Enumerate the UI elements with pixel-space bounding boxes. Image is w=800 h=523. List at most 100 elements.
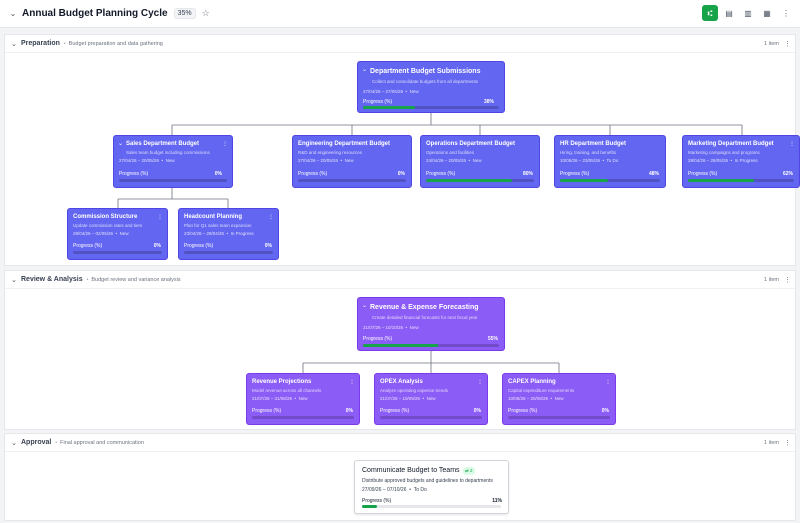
progress-label: Progress (%) bbox=[688, 171, 718, 177]
progress-label: Progress (%) bbox=[252, 408, 282, 414]
task-card-headcount-planning[interactable]: Headcount Planning ⋮ Plan for Q1 sales t… bbox=[178, 208, 279, 260]
more-icon[interactable]: ⋮ bbox=[157, 213, 163, 220]
chevron-down-icon[interactable]: ⌄ bbox=[362, 66, 367, 73]
page-title: Annual Budget Planning Cycle bbox=[22, 8, 168, 19]
progress-value: 0% bbox=[601, 408, 609, 414]
card-title: Marketing Department Budget bbox=[688, 141, 774, 147]
task-card-opex-analysis[interactable]: OPEX Analysis ⋮ Analyze operating expens… bbox=[374, 373, 488, 425]
card-dates: 28/04/26 – 28/05/26 • In Progress bbox=[688, 158, 758, 163]
card-title: Communicate Budget to Teams bbox=[362, 467, 460, 474]
chevron-down-icon[interactable]: ⌄ bbox=[8, 9, 18, 18]
progress-label: Progress (%) bbox=[380, 408, 410, 414]
section-header[interactable]: ⌄ Review & Analysis • Budget review and … bbox=[5, 271, 795, 289]
card-title: Department Budget Submissions bbox=[370, 68, 481, 75]
task-card-department-budget-submissions[interactable]: ⌄ Department Budget Submissions Collect … bbox=[357, 61, 505, 113]
chevron-down-icon[interactable]: ⌄ bbox=[9, 276, 19, 284]
task-card-operations-department-budget[interactable]: Operations Department Budget Operations … bbox=[420, 135, 540, 188]
progress-fill bbox=[362, 505, 378, 508]
section-header[interactable]: ⌄ Preparation • Budget preparation and d… bbox=[5, 35, 795, 53]
card-description: Create detailed financial forecasts for … bbox=[372, 315, 478, 320]
task-card-capex-planning[interactable]: CAPEX Planning ⋮ Capital expenditure req… bbox=[502, 373, 616, 425]
board-icon[interactable]: ▥ bbox=[740, 5, 756, 21]
card-title: Operations Department Budget bbox=[426, 141, 516, 147]
card-dates: 10/05/26 – 23/05/26 • To Do bbox=[560, 158, 619, 163]
progress-label: Progress (%) bbox=[298, 171, 328, 177]
task-card-engineering-department-budget[interactable]: Engineering Department Budget R&D and en… bbox=[292, 135, 412, 188]
progress-label: Progress (%) bbox=[363, 99, 393, 105]
more-icon[interactable]: ⋮ bbox=[778, 5, 794, 21]
card-dates: 27/09/26 – 07/10/26 • To Do bbox=[362, 487, 427, 493]
section-header[interactable]: ⌄ Approval • Final approval and communic… bbox=[5, 434, 795, 452]
card-title: Sales Department Budget bbox=[126, 141, 200, 147]
progress-fill bbox=[426, 179, 513, 182]
card-title: Commission Structure bbox=[73, 214, 138, 220]
task-card-hr-department-budget[interactable]: HR Department Budget Hiring, training, a… bbox=[554, 135, 666, 188]
task-card-revenue-expense-forecasting[interactable]: ⌄ Revenue & Expense Forecasting Create d… bbox=[357, 297, 505, 351]
section-description: Final approval and communication bbox=[60, 439, 144, 446]
progress-label: Progress (%) bbox=[426, 171, 456, 177]
star-icon[interactable]: ☆ bbox=[202, 8, 210, 19]
section-title: Review & Analysis bbox=[21, 276, 83, 283]
more-icon[interactable]: ⋮ bbox=[349, 378, 355, 385]
card-description: Plan for Q1 sales team expansion bbox=[184, 223, 252, 228]
table-icon[interactable]: ▦ bbox=[759, 5, 775, 21]
progress-bar bbox=[298, 179, 406, 182]
progress-value: 38% bbox=[483, 99, 494, 105]
chevron-down-icon[interactable]: ⌄ bbox=[118, 140, 123, 147]
task-card-sales-department-budget[interactable]: ⌄ Sales Department Budget ⋮ Sales team b… bbox=[113, 135, 233, 188]
calendar-icon[interactable]: ▤ bbox=[721, 5, 737, 21]
separator-dot: • bbox=[63, 40, 66, 47]
more-icon[interactable]: ⋮ bbox=[477, 378, 483, 385]
tree-view-icon[interactable]: ⑆ bbox=[702, 5, 718, 21]
card-dates: 27/04/26 – 27/05/26 • New bbox=[363, 89, 419, 94]
progress-fill bbox=[688, 179, 754, 182]
task-card-commission-structure[interactable]: Commission Structure ⋮ Update commission… bbox=[67, 208, 168, 260]
card-description: Collect and consolidate budgets from all… bbox=[372, 79, 479, 84]
section-title: Approval bbox=[21, 439, 52, 446]
card-description: Marketing campaigns and programs bbox=[688, 150, 760, 155]
progress-bar bbox=[184, 251, 273, 254]
more-icon[interactable]: ⋮ bbox=[784, 439, 791, 447]
card-title: Engineering Department Budget bbox=[298, 141, 391, 147]
progress-bar bbox=[426, 179, 534, 182]
progress-label: Progress (%) bbox=[184, 243, 214, 249]
card-description: Distribute approved budgets and guidelin… bbox=[362, 478, 493, 484]
more-icon[interactable]: ⋮ bbox=[789, 140, 795, 147]
card-title: Headcount Planning bbox=[184, 214, 243, 220]
chevron-down-icon[interactable]: ⌄ bbox=[362, 302, 367, 309]
item-count: 1 item bbox=[764, 40, 779, 47]
card-description: Analyze operating expense trends bbox=[380, 388, 449, 393]
card-description: Update commission rates and tiers bbox=[73, 223, 143, 228]
task-card-marketing-department-budget[interactable]: Marketing Department Budget ⋮ Marketing … bbox=[682, 135, 800, 188]
progress-label: Progress (%) bbox=[508, 408, 538, 414]
chevron-down-icon[interactable]: ⌄ bbox=[9, 40, 19, 48]
card-dates: 24/04/26 – 20/05/26 • New bbox=[426, 158, 482, 163]
section-canvas: Communicate Budget to Teams ⇄ 2 Distribu… bbox=[5, 452, 795, 520]
link-count-badge: ⇄ 2 bbox=[463, 467, 475, 475]
card-title: Revenue & Expense Forecasting bbox=[370, 304, 479, 311]
progress-bar bbox=[508, 416, 610, 419]
section-description: Budget review and variance analysis bbox=[91, 276, 181, 283]
progress-value: 11% bbox=[492, 498, 502, 504]
card-description: Sales team budget including commissions bbox=[126, 150, 210, 155]
section-canvas: ⌄ Revenue & Expense Forecasting Create d… bbox=[5, 289, 795, 429]
card-dates: 21/07/26 – 10/10/26 • New bbox=[363, 325, 419, 330]
card-description: R&D and engineering resources bbox=[298, 150, 363, 155]
more-icon[interactable]: ⋮ bbox=[784, 40, 791, 48]
more-icon[interactable]: ⋮ bbox=[222, 140, 228, 147]
progress-value: 48% bbox=[648, 171, 659, 177]
task-card-communicate-budget-to-teams[interactable]: Communicate Budget to Teams ⇄ 2 Distribu… bbox=[354, 460, 509, 514]
progress-bar bbox=[252, 416, 354, 419]
chevron-down-icon[interactable]: ⌄ bbox=[9, 439, 19, 447]
progress-bar bbox=[688, 179, 794, 182]
more-icon[interactable]: ⋮ bbox=[268, 213, 274, 220]
section-preparation: ⌄ Preparation • Budget preparation and d… bbox=[4, 34, 800, 266]
more-icon[interactable]: ⋮ bbox=[784, 276, 791, 284]
card-description: Hiring, training, and benefits bbox=[560, 150, 617, 155]
section-title: Preparation bbox=[21, 40, 60, 47]
progress-value: 0% bbox=[345, 408, 353, 414]
more-icon[interactable]: ⋮ bbox=[605, 378, 611, 385]
progress-label: Progress (%) bbox=[73, 243, 103, 249]
task-card-revenue-projections[interactable]: Revenue Projections ⋮ Model revenue acro… bbox=[246, 373, 360, 425]
progress-value: 55% bbox=[487, 336, 498, 342]
